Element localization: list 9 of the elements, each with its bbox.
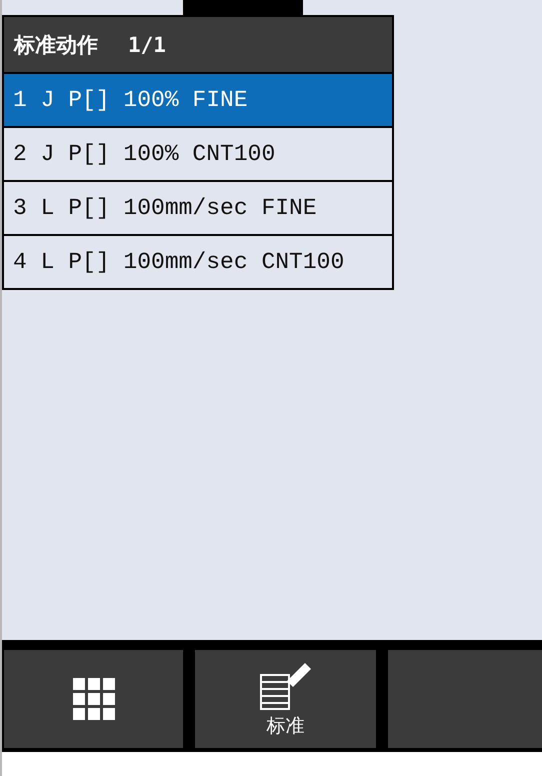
menu-title: 标准动作 — [14, 32, 98, 58]
menu-item[interactable]: 1 J P[] 100% FINE — [4, 74, 392, 128]
menu-item[interactable]: 3 L P[] 100mm/sec FINE — [4, 182, 392, 236]
toolbar-button[interactable]: 标准 — [195, 650, 376, 748]
toolbar-button[interactable] — [4, 650, 183, 748]
menu-item[interactable]: 2 J P[] 100% CNT100 — [4, 128, 392, 182]
page-indicator: 1/1 — [128, 32, 166, 56]
grid-icon — [72, 678, 114, 720]
menu-item[interactable]: 4 L P[] 100mm/sec CNT100 — [4, 236, 392, 288]
